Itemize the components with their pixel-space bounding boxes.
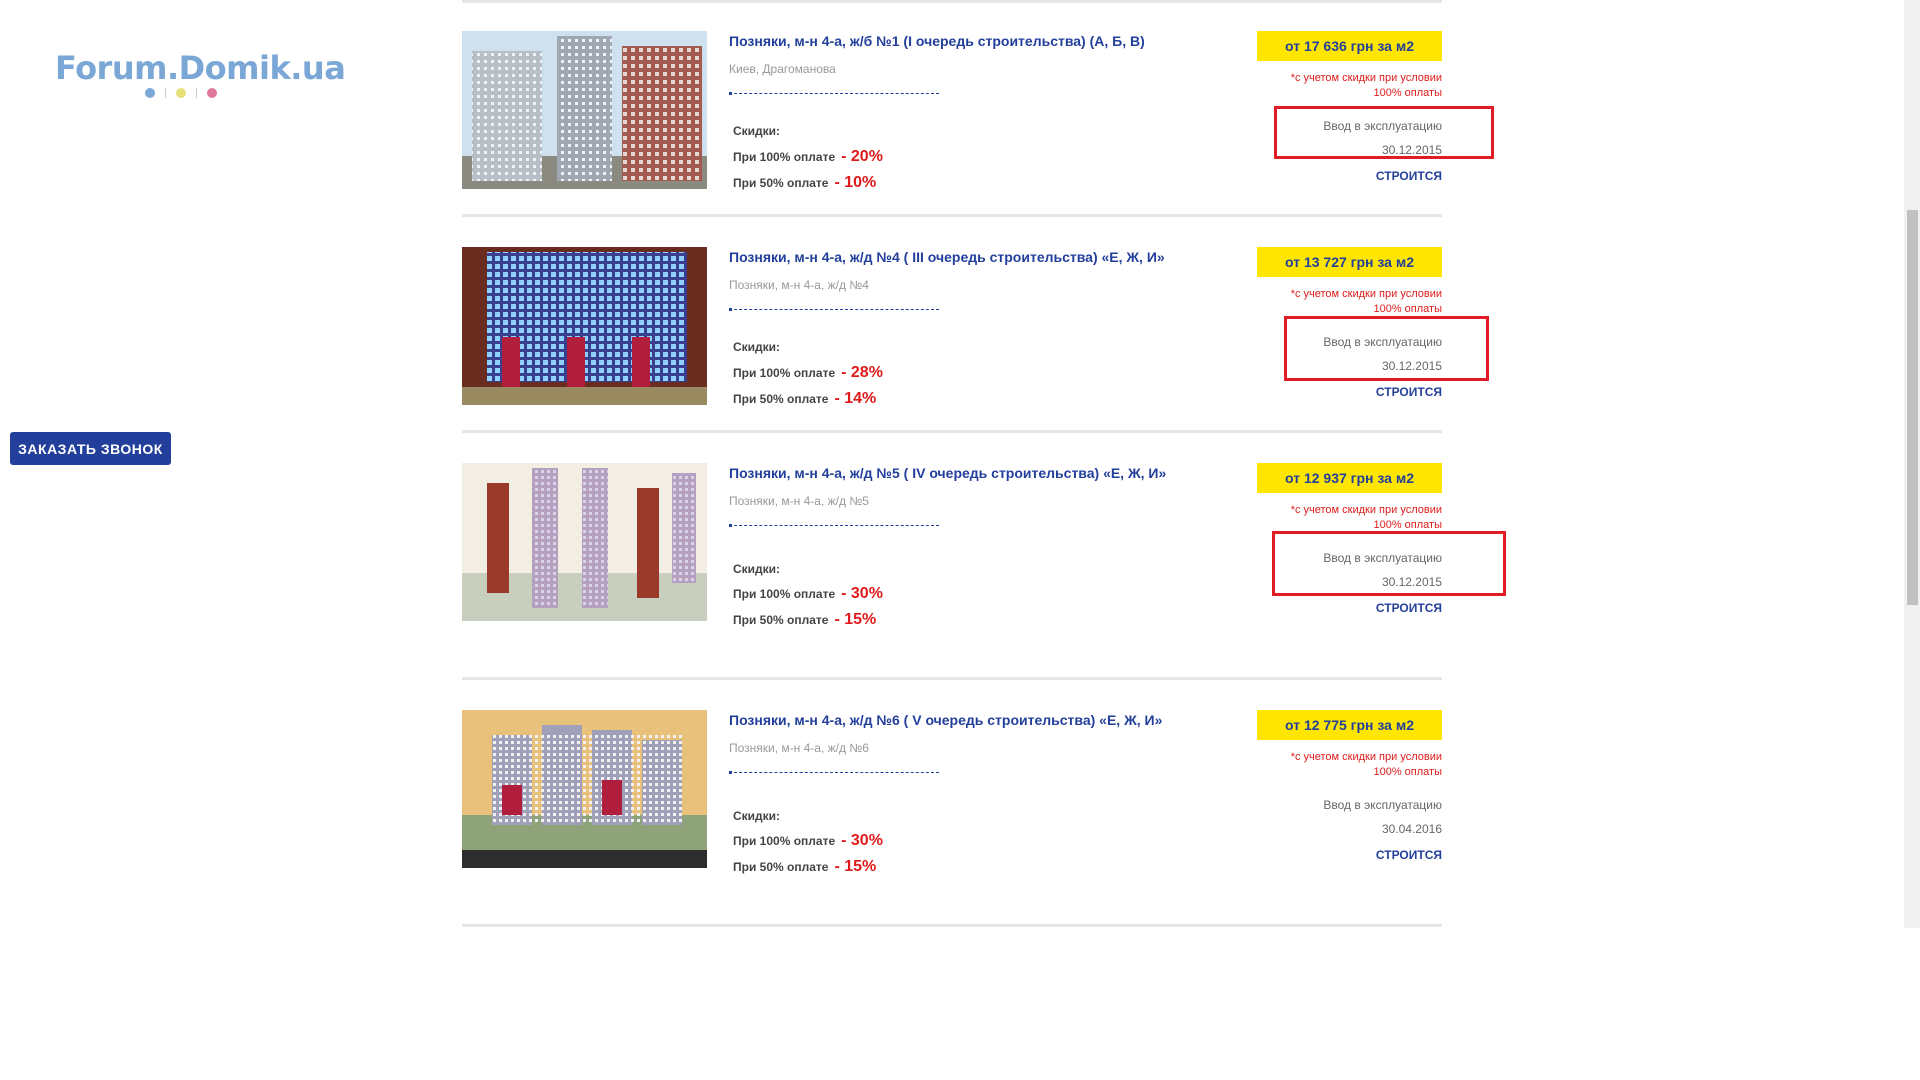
commissioning-date: 30.04.2016 xyxy=(1381,822,1442,836)
discounts-heading: Скидки: xyxy=(733,562,781,576)
logo-separator xyxy=(196,88,197,98)
commissioning-info: Ввод в эксплуатацию 30.04.2016 xyxy=(1323,793,1442,841)
listing-divider xyxy=(462,430,1442,433)
listing-address: Позняки, м-н 4-а, ж/д №5 xyxy=(729,494,869,508)
listing-title[interactable]: Позняки, м-н 4-а, ж/д №4 ( III очередь с… xyxy=(729,249,1249,265)
building-photo-image xyxy=(462,710,707,868)
price-note-line: 100% оплаты xyxy=(1373,766,1442,778)
building-photo[interactable] xyxy=(462,31,707,189)
discount-100-row: При 100% оплате - 30% xyxy=(733,832,883,850)
discounts-heading: Скидки: xyxy=(733,340,781,354)
logo-text: Forum.Domik.ua xyxy=(55,49,346,87)
discount-100-row: При 100% оплате - 20% xyxy=(733,148,883,166)
price-note: *с учетом скидки при условии 100% оплаты xyxy=(1242,503,1442,533)
discount-50-row: При 50% оплате - 14% xyxy=(733,390,876,408)
discount-100-row: При 100% оплате - 28% xyxy=(733,364,883,382)
discount-50-row: При 50% оплате - 15% xyxy=(733,611,876,629)
status-link[interactable]: СТРОИТСЯ xyxy=(1376,848,1442,862)
highlight-box xyxy=(1284,316,1489,381)
commissioning-label: Ввод в эксплуатацию xyxy=(1323,798,1442,812)
discount-50-label: При 50% оплате xyxy=(733,392,829,406)
highlight-box xyxy=(1274,106,1494,159)
building-photo-image xyxy=(462,31,707,189)
price-note-line: *с учетом скидки при условии xyxy=(1290,504,1442,516)
listing-divider xyxy=(462,677,1442,680)
discount-50-label: При 50% оплате xyxy=(733,613,829,627)
listing-item: Позняки, м-н 4-а, ж/д №4 ( III очередь с… xyxy=(462,247,1489,437)
dashed-separator xyxy=(729,92,939,95)
listing-address: Позняки, м-н 4-а, ж/д №4 xyxy=(729,278,869,292)
price-note-line: *с учетом скидки при условии xyxy=(1290,288,1442,300)
listing-item: Позняки, м-н 4-а, ж/д №6 ( V очередь стр… xyxy=(462,710,1442,930)
site-logo[interactable]: Forum.Domik.ua xyxy=(55,49,346,98)
status-link[interactable]: СТРОИТСЯ xyxy=(1376,169,1442,183)
logo-dot-blue xyxy=(145,88,155,98)
discounts-heading: Скидки: xyxy=(733,809,781,823)
discount-100-row: При 100% оплате - 30% xyxy=(733,585,883,603)
building-photo[interactable] xyxy=(462,710,707,868)
discount-100-value: - 30% xyxy=(841,585,883,602)
discount-50-value: - 14% xyxy=(834,390,877,407)
discount-50-value: - 15% xyxy=(834,611,877,628)
highlight-box xyxy=(1272,531,1506,596)
listing-title[interactable]: Позняки, м-н 4-а, ж/б №1 (I очередь стро… xyxy=(729,33,1249,49)
price-note-line: *с учетом скидки при условии xyxy=(1290,751,1442,763)
discounts-heading: Скидки: xyxy=(733,124,781,138)
dashed-separator xyxy=(729,308,939,311)
logo-dot-yellow xyxy=(176,88,186,98)
discount-100-label: При 100% оплате xyxy=(733,834,836,848)
listing-title[interactable]: Позняки, м-н 4-а, ж/д №6 ( V очередь стр… xyxy=(729,712,1249,728)
listing-item: Позняки, м-н 4-а, ж/б №1 (I очередь стро… xyxy=(462,31,1494,221)
price-note: *с учетом скидки при условии 100% оплаты xyxy=(1242,750,1442,780)
listing-item: Позняки, м-н 4-а, ж/д №5 ( IV очередь ст… xyxy=(462,463,1506,683)
discount-100-label: При 100% оплате xyxy=(733,150,836,164)
discount-50-row: При 50% оплате - 10% xyxy=(733,174,876,192)
discount-50-row: При 50% оплате - 15% xyxy=(733,858,876,876)
dashed-separator xyxy=(729,771,939,774)
discount-100-label: При 100% оплате xyxy=(733,366,836,380)
price-badge: от 12 775 грн за м2 xyxy=(1257,710,1442,740)
building-photo-image xyxy=(462,463,707,621)
price-note: *с учетом скидки при условии 100% оплаты xyxy=(1242,71,1442,101)
top-divider xyxy=(462,0,1442,3)
price-note-line: *с учетом скидки при условии xyxy=(1290,72,1442,84)
building-photo-image xyxy=(462,247,707,405)
discount-100-value: - 30% xyxy=(841,832,883,849)
request-call-button[interactable]: ЗАКАЗАТЬ ЗВОНОК xyxy=(10,432,171,465)
building-photo[interactable] xyxy=(462,463,707,621)
price-badge: от 17 636 грн за м2 xyxy=(1257,31,1442,61)
listing-divider xyxy=(462,924,1442,927)
discount-100-label: При 100% оплате xyxy=(733,587,836,601)
price-badge: от 12 937 грн за м2 xyxy=(1257,463,1442,493)
price-note: *с учетом скидки при условии 100% оплаты xyxy=(1242,287,1442,317)
discount-50-label: При 50% оплате xyxy=(733,176,829,190)
discount-100-value: - 20% xyxy=(841,148,883,165)
logo-dots xyxy=(145,88,335,98)
listing-address: Киев, Драгоманова xyxy=(729,62,836,76)
discount-50-label: При 50% оплате xyxy=(733,860,829,874)
building-photo[interactable] xyxy=(462,247,707,405)
listing-title[interactable]: Позняки, м-н 4-а, ж/д №5 ( IV очередь ст… xyxy=(729,465,1249,481)
scrollbar-thumb[interactable] xyxy=(1907,210,1918,605)
price-note-line: 100% оплаты xyxy=(1373,87,1442,99)
dashed-separator xyxy=(729,524,939,527)
logo-separator xyxy=(165,88,166,98)
status-link[interactable]: СТРОИТСЯ xyxy=(1376,601,1442,615)
status-link[interactable]: СТРОИТСЯ xyxy=(1376,385,1442,399)
price-badge: от 13 727 грн за м2 xyxy=(1257,247,1442,277)
discount-100-value: - 28% xyxy=(841,364,883,381)
price-note-line: 100% оплаты xyxy=(1373,303,1442,315)
discount-50-value: - 15% xyxy=(834,858,877,875)
discount-50-value: - 10% xyxy=(834,174,877,191)
logo-dot-pink xyxy=(207,88,217,98)
listing-divider xyxy=(462,214,1442,217)
listing-address: Позняки, м-н 4-а, ж/д №6 xyxy=(729,741,869,755)
